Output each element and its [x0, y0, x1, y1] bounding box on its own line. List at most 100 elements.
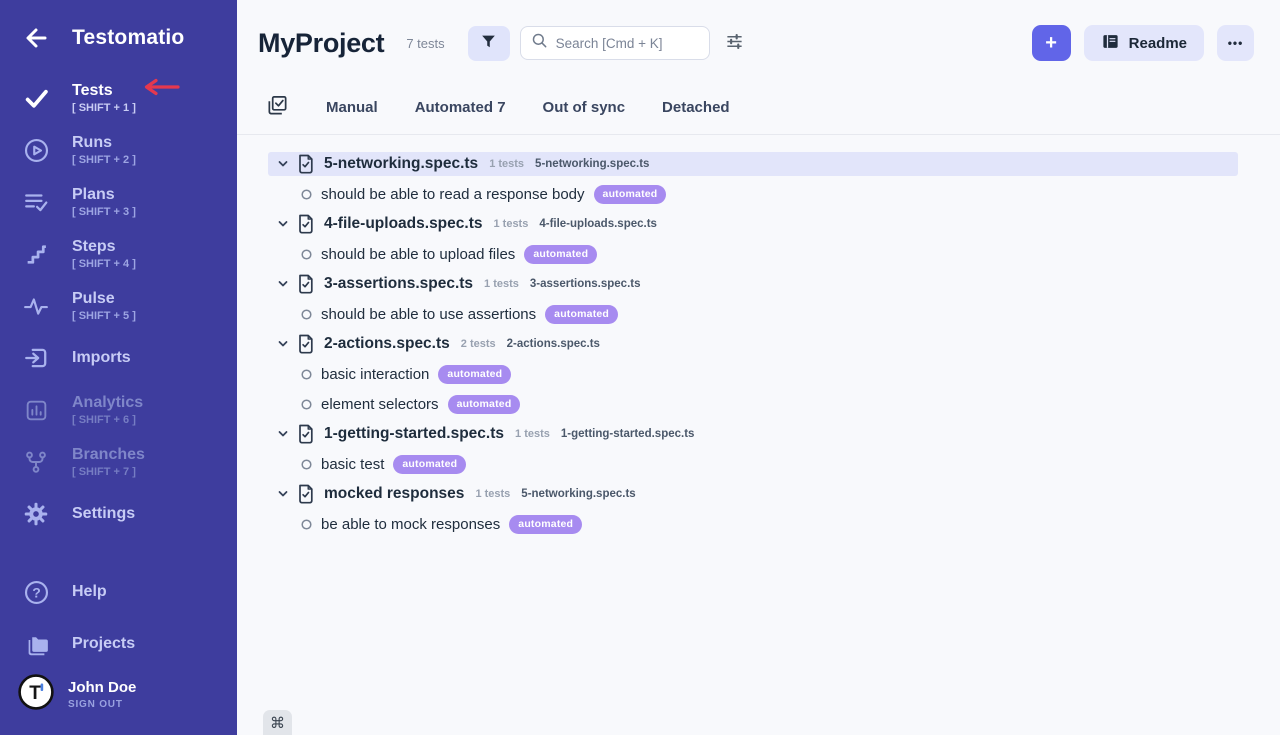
gear-icon	[22, 501, 50, 527]
file-check-icon	[297, 334, 315, 354]
sidebar: Testomatio Tests [ SHIFT + 1 ] Runs [ SH…	[0, 0, 237, 735]
test-title[interactable]: should be able to use assertions	[321, 306, 536, 323]
sidebar-item-label: Plans	[72, 186, 136, 204]
suite-test-count: 1 tests	[515, 428, 550, 440]
tab-out-of-sync[interactable]: Out of sync	[543, 99, 626, 116]
chevron-down-icon[interactable]	[277, 218, 289, 230]
sidebar-item-imports[interactable]: Imports	[0, 332, 237, 384]
test-row[interactable]: element selectors automated	[268, 392, 1238, 416]
test-row[interactable]: should be able to upload files automated	[268, 242, 1238, 266]
suite-name[interactable]: 1-getting-started.spec.ts	[324, 425, 504, 443]
filter-button[interactable]	[468, 26, 510, 61]
tab-detached[interactable]: Detached	[662, 99, 730, 116]
red-pointer-arrow-icon	[138, 78, 180, 101]
test-title[interactable]: basic test	[321, 456, 384, 473]
sidebar-item-help[interactable]: ? Help	[0, 566, 237, 618]
automated-badge: automated	[594, 185, 667, 204]
brand-title: Testomatio	[72, 26, 184, 50]
command-shortcut-button[interactable]: ⌘	[263, 710, 292, 735]
tab-manual[interactable]: Manual	[326, 99, 378, 116]
suite-file-label: 5-networking.spec.ts	[535, 158, 649, 170]
test-title[interactable]: should be able to upload files	[321, 246, 515, 263]
file-check-icon	[297, 484, 315, 504]
test-title[interactable]: should be able to read a response body	[321, 186, 585, 203]
suite-row[interactable]: 1-getting-started.spec.ts 1 tests 1-gett…	[268, 422, 1238, 446]
command-icon: ⌘	[270, 714, 285, 735]
select-all-button[interactable]	[266, 94, 289, 122]
test-list: 5-networking.spec.ts 1 tests 5-networkin…	[268, 152, 1238, 536]
suite-test-count: 1 tests	[489, 158, 524, 170]
chevron-down-icon[interactable]	[277, 158, 289, 170]
project-header: MyProject 7 tests + Readme	[237, 0, 1280, 61]
sidebar-item-shortcut: [ SHIFT + 6 ]	[72, 414, 143, 426]
test-title[interactable]: element selectors	[321, 396, 439, 413]
sidebar-item-tests[interactable]: Tests [ SHIFT + 1 ]	[0, 72, 237, 124]
file-check-icon	[297, 214, 315, 234]
sidebar-brand-row: Testomatio	[0, 0, 237, 50]
suite-row[interactable]: 5-networking.spec.ts 1 tests 5-networkin…	[268, 152, 1238, 176]
avatar[interactable]: T	[18, 674, 54, 715]
suite-name[interactable]: 5-networking.spec.ts	[324, 155, 478, 173]
sidebar-item-shortcut: [ SHIFT + 2 ]	[72, 154, 136, 166]
readme-button[interactable]: Readme	[1084, 25, 1204, 61]
automated-badge: automated	[448, 395, 521, 414]
check-icon	[22, 86, 50, 111]
user-account[interactable]: T John Doe SIGN OUT	[0, 670, 237, 725]
suite-name[interactable]: mocked responses	[324, 485, 464, 503]
sidebar-item-pulse[interactable]: Pulse [ SHIFT + 5 ]	[0, 280, 237, 332]
import-icon	[22, 345, 50, 371]
main-content: MyProject 7 tests + Readme	[237, 0, 1280, 735]
automated-badge: automated	[524, 245, 597, 264]
sign-out-link[interactable]: SIGN OUT	[68, 699, 136, 710]
chevron-down-icon[interactable]	[277, 488, 289, 500]
sidebar-item-plans[interactable]: Plans [ SHIFT + 3 ]	[0, 176, 237, 228]
test-status-icon	[301, 459, 312, 470]
svg-text:T: T	[29, 683, 41, 704]
test-row[interactable]: be able to mock responses automated	[268, 512, 1238, 536]
sidebar-item-label: Steps	[72, 238, 136, 256]
test-row[interactable]: should be able to use assertions automat…	[268, 302, 1238, 326]
sidebar-item-steps[interactable]: Steps [ SHIFT + 4 ]	[0, 228, 237, 280]
test-row[interactable]: should be able to read a response body a…	[268, 182, 1238, 206]
sidebar-item-runs[interactable]: Runs [ SHIFT + 2 ]	[0, 124, 237, 176]
add-test-button[interactable]: +	[1032, 25, 1071, 61]
sidebar-item-label: Runs	[72, 134, 136, 152]
sidebar-item-branches[interactable]: Branches [ SHIFT + 7 ]	[0, 436, 237, 488]
chevron-down-icon[interactable]	[277, 338, 289, 350]
suite-file-label: 2-actions.spec.ts	[507, 338, 600, 350]
suite-row[interactable]: 3-assertions.spec.ts 1 tests 3-assertion…	[268, 272, 1238, 296]
tune-sliders-icon	[725, 32, 744, 54]
suite-name[interactable]: 3-assertions.spec.ts	[324, 275, 473, 293]
test-status-icon	[301, 309, 312, 320]
search-input[interactable]	[556, 36, 699, 51]
tab-automated[interactable]: Automated 7	[415, 99, 506, 116]
more-options-button[interactable]: •••	[1217, 25, 1254, 61]
test-row[interactable]: basic test automated	[268, 452, 1238, 476]
view-options-button[interactable]	[725, 32, 744, 54]
search-box[interactable]	[520, 26, 710, 60]
chevron-down-icon[interactable]	[277, 278, 289, 290]
test-status-icon	[301, 189, 312, 200]
test-row[interactable]: basic interaction automated	[268, 362, 1238, 386]
file-check-icon	[297, 274, 315, 294]
automated-badge: automated	[438, 365, 511, 384]
suite-file-label: 4-file-uploads.spec.ts	[539, 218, 657, 230]
back-arrow-icon[interactable]	[24, 26, 48, 50]
suite-name[interactable]: 4-file-uploads.spec.ts	[324, 215, 482, 233]
sidebar-item-projects[interactable]: Projects	[0, 618, 237, 670]
test-title[interactable]: be able to mock responses	[321, 516, 500, 533]
suite-row[interactable]: 2-actions.spec.ts 2 tests 2-actions.spec…	[268, 332, 1238, 356]
book-icon	[1101, 32, 1120, 55]
suite-row[interactable]: mocked responses 1 tests 5-networking.sp…	[268, 482, 1238, 506]
chevron-down-icon[interactable]	[277, 428, 289, 440]
suite-row[interactable]: 4-file-uploads.spec.ts 1 tests 4-file-up…	[268, 212, 1238, 236]
suite-test-count: 1 tests	[484, 278, 519, 290]
sidebar-item-label: Help	[72, 583, 107, 601]
sidebar-item-label: Pulse	[72, 290, 136, 308]
test-title[interactable]: basic interaction	[321, 366, 429, 383]
sidebar-item-settings[interactable]: Settings	[0, 488, 237, 540]
sidebar-item-analytics[interactable]: Analytics [ SHIFT + 6 ]	[0, 384, 237, 436]
bar-chart-icon	[22, 398, 50, 423]
suite-file-label: 5-networking.spec.ts	[521, 488, 635, 500]
suite-name[interactable]: 2-actions.spec.ts	[324, 335, 450, 353]
